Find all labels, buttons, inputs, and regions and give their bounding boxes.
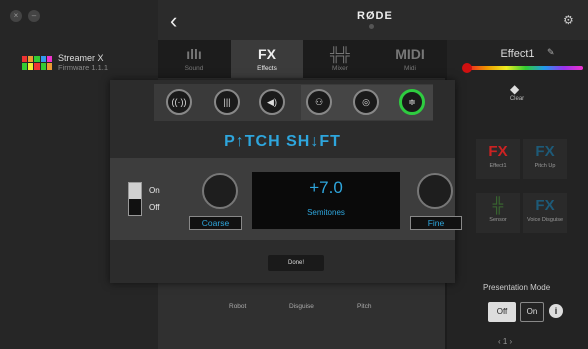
fx-tile-voice-disguise[interactable]: FX Voice Disguise (523, 193, 567, 233)
disguise-icon[interactable]: ◎ (353, 89, 379, 115)
fx-tile-sensor[interactable]: ╬ Sensor (476, 193, 520, 233)
toggle-knob[interactable] (129, 183, 141, 199)
color-slider[interactable] (468, 66, 583, 70)
semitone-unit: Semitones (307, 208, 345, 217)
effect-name: Effect1 (500, 48, 535, 60)
echo-icon[interactable]: ((·)) (166, 89, 192, 115)
semitone-value: +7.0 (309, 178, 343, 197)
fx-tile-label: Voice Disguise (526, 217, 564, 223)
mixer-icon: ╬ (492, 197, 504, 214)
coarse-label: Coarse (189, 216, 242, 230)
fx-icon: FX (535, 143, 555, 160)
tab-label: Sound (184, 65, 204, 72)
color-slider-handle[interactable] (462, 63, 472, 73)
fx-tile-label: Pitch Up (534, 163, 556, 169)
device-icon (22, 55, 52, 70)
done-button[interactable]: Done! (268, 255, 324, 271)
effect-label-pitch[interactable]: Pitch (357, 303, 371, 310)
edit-icon[interactable]: ✎ (547, 47, 555, 58)
clear-label: Clear (509, 96, 525, 102)
mixer-icon: ╬╬ (330, 46, 350, 62)
tab-label: Effects (257, 65, 277, 72)
fine-label: Fine (410, 216, 462, 230)
tab-sound[interactable]: ıllı Sound (158, 40, 230, 78)
tab-midi[interactable]: MIDI Midi (374, 40, 446, 78)
pagination[interactable]: ‹ 1 › (498, 337, 512, 346)
coarse-knob[interactable] (202, 173, 238, 209)
effect-label-robot[interactable]: Robot (229, 303, 246, 310)
fx-tile-label: Effect1 (489, 163, 507, 169)
effect-label-disguise[interactable]: Disguise (289, 303, 314, 310)
info-icon[interactable]: i (549, 304, 563, 318)
back-button[interactable]: ‹ (170, 8, 177, 34)
pitch-icon[interactable]: ≑ (399, 89, 425, 115)
fine-knob[interactable] (417, 173, 453, 209)
device-firmware: Firmware 1.1.1 (58, 63, 109, 72)
reverb-icon[interactable]: ||| (214, 89, 240, 115)
waveform-icon: ıllı (186, 46, 202, 62)
tab-label: Midi (404, 65, 416, 72)
fx-icon: FX (258, 46, 276, 62)
toggle-on-label: On (149, 186, 160, 195)
device-name: Streamer X (58, 53, 104, 63)
presentation-off-button[interactable]: Off (488, 302, 516, 322)
tab-effects[interactable]: FX Effects (231, 40, 303, 78)
presentation-mode-title: Presentation Mode (483, 283, 551, 292)
status-dot (369, 24, 374, 29)
megaphone-icon[interactable]: ◀) (259, 89, 285, 115)
eraser-icon[interactable]: ◆ (510, 82, 519, 96)
dialog-title: P↑TCH SH↓FT (224, 133, 341, 150)
minimize-window-button[interactable]: – (28, 10, 40, 22)
tab-label: Mixer (332, 65, 348, 72)
fx-tile-label: Sensor (489, 217, 507, 223)
fx-icon: FX (488, 143, 508, 160)
toggle-off-label: Off (149, 203, 160, 212)
robot-icon[interactable]: ⚇ (306, 89, 332, 115)
midi-icon: MIDI (395, 46, 425, 62)
brand-logo: RØDE (357, 10, 393, 22)
tab-mixer[interactable]: ╬╬ Mixer (304, 40, 376, 78)
fx-icon: FX (535, 197, 555, 214)
presentation-on-button[interactable]: On (520, 302, 544, 322)
fx-tile-effect1[interactable]: FX Effect1 (476, 139, 520, 179)
fx-tile-pitch-up[interactable]: FX Pitch Up (523, 139, 567, 179)
gear-icon[interactable]: ⚙ (563, 13, 574, 27)
device-item[interactable]: Streamer X Firmware 1.1.1 (22, 53, 108, 72)
close-window-button[interactable]: × (10, 10, 22, 22)
